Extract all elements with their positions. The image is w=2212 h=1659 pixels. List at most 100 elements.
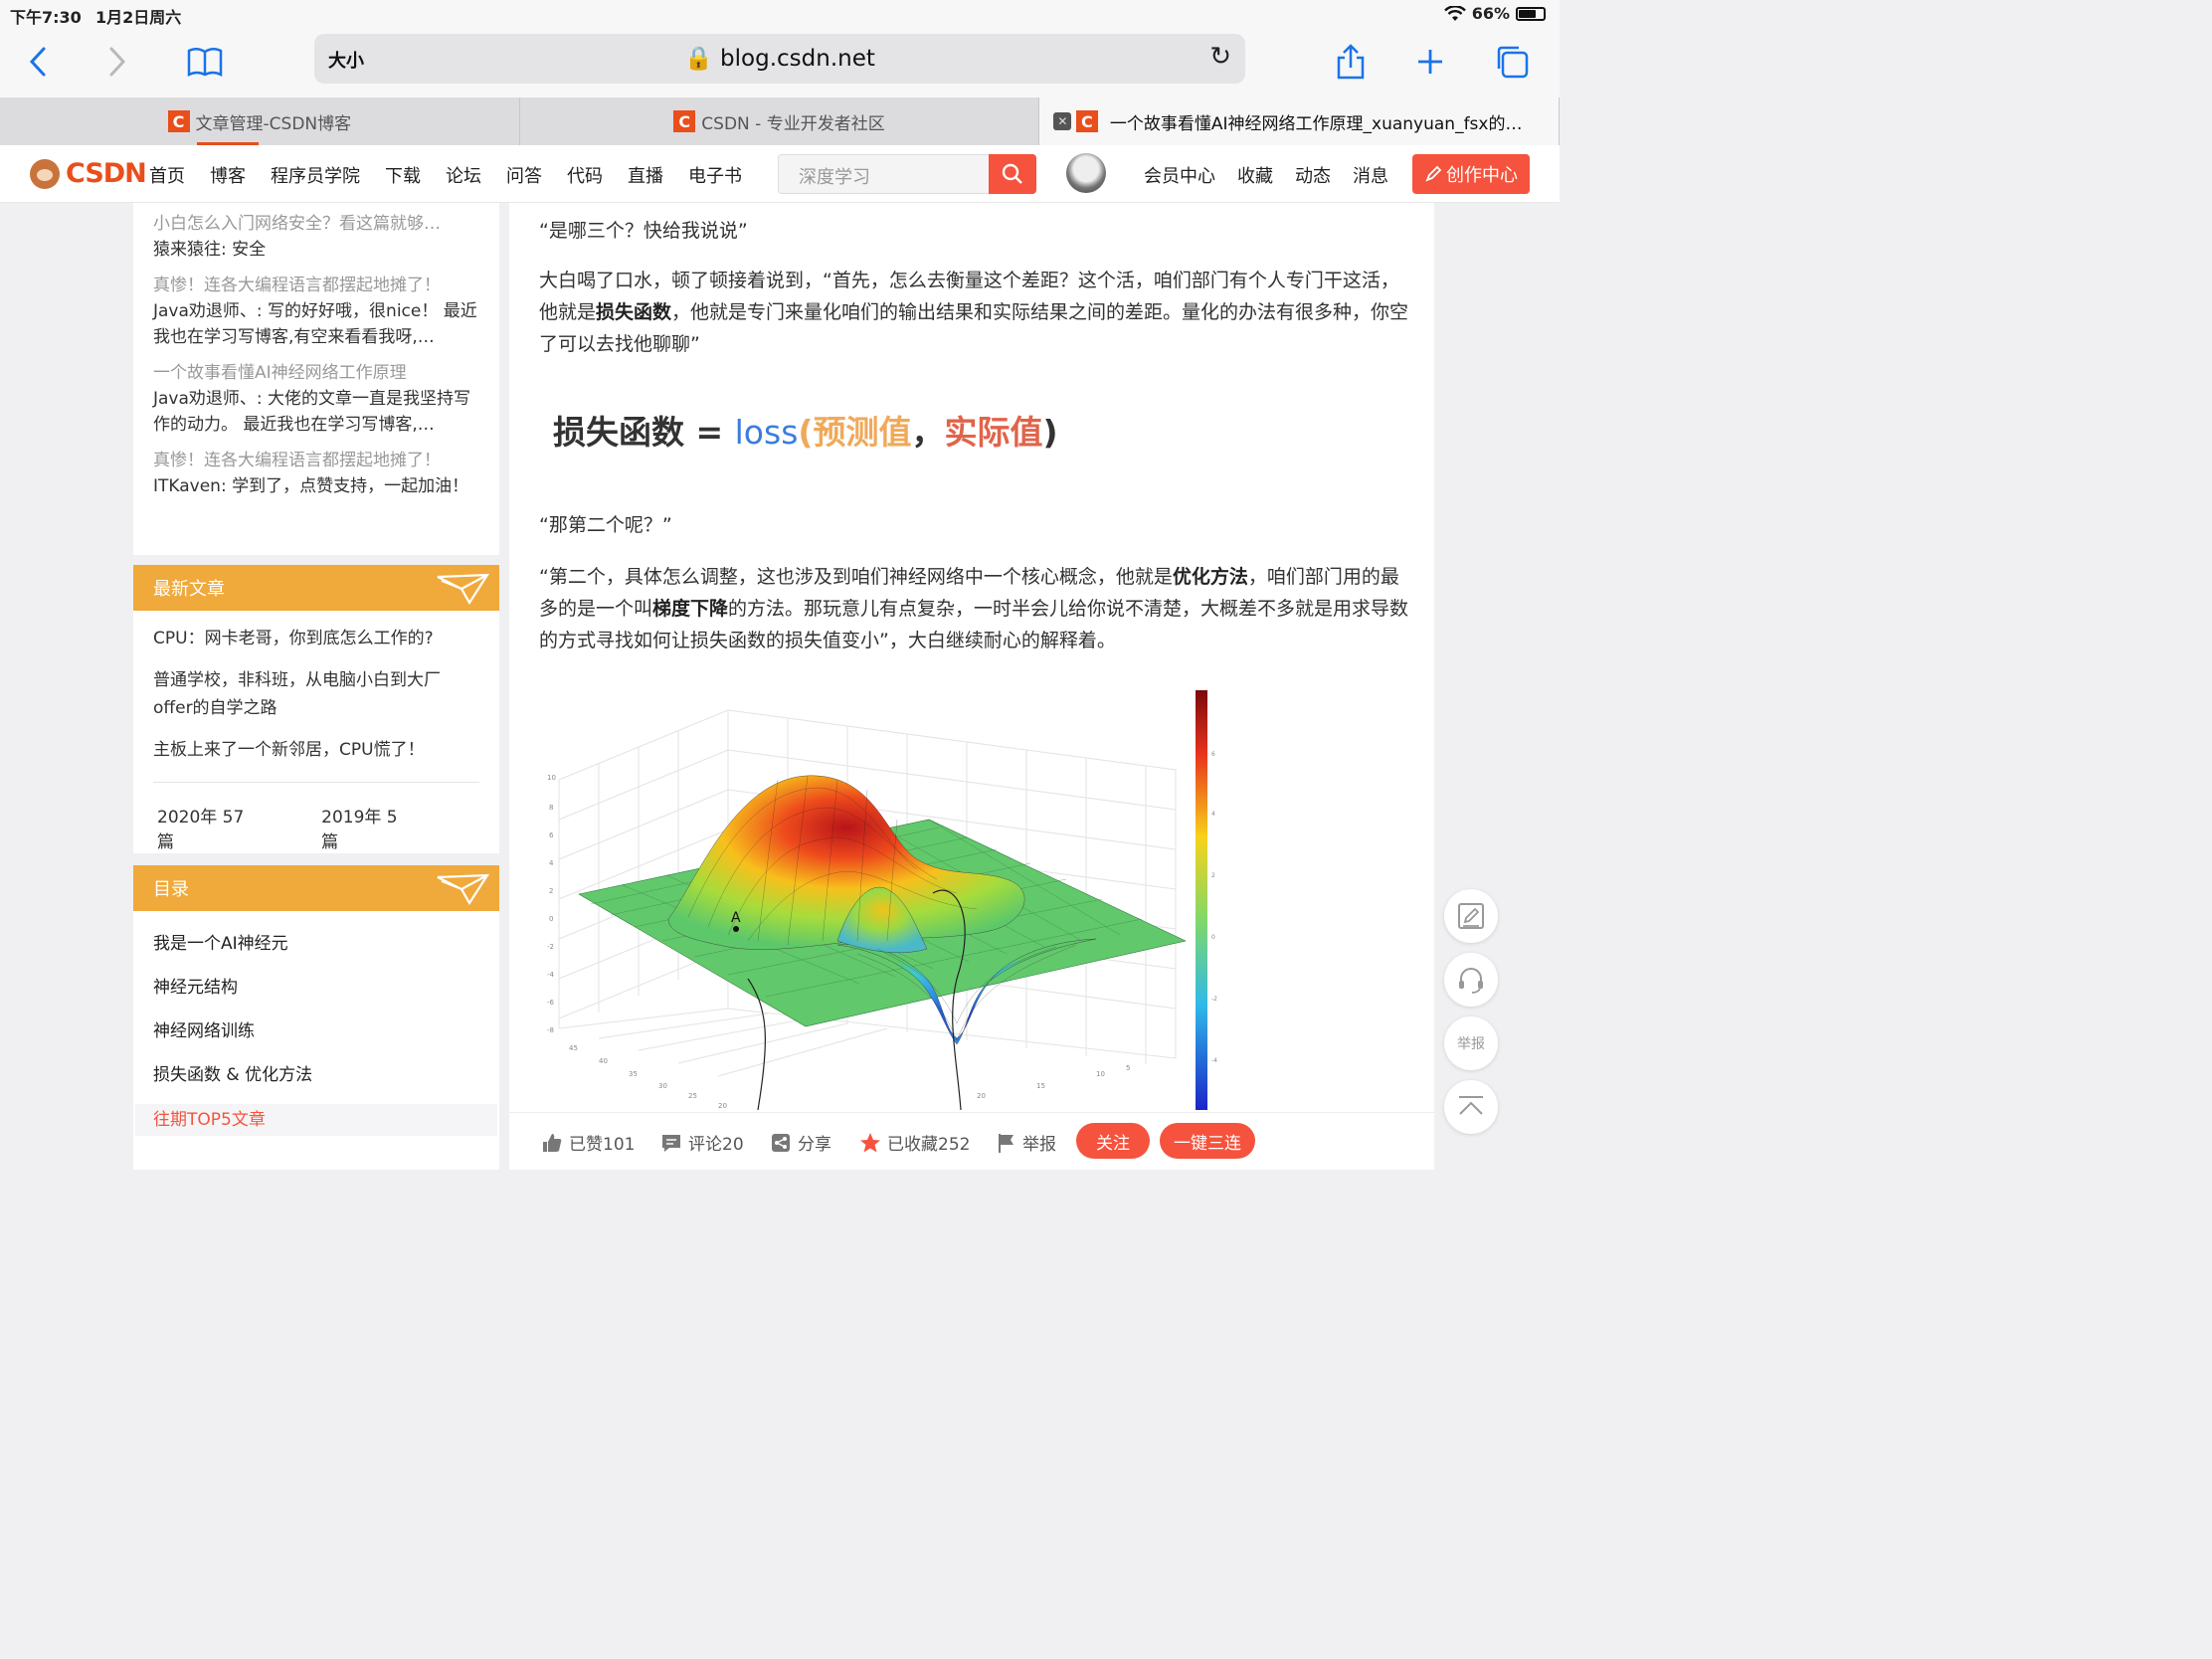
csdn-wordmark: CSDN [66, 158, 147, 189]
comment-body: 猿来猿往: 安全 [153, 240, 267, 260]
archive-year-link[interactable]: 2019年 5篇 [321, 803, 410, 852]
share-button[interactable]: 分享 [770, 1130, 831, 1155]
comment-icon [662, 1134, 680, 1152]
toc-item[interactable]: 神经元结构 [133, 977, 499, 999]
nav-member-center[interactable]: 会员中心 [1144, 162, 1215, 188]
back-icon[interactable] [16, 40, 60, 84]
article-paragraph: “是哪三个？快给我说说” [539, 220, 748, 242]
nav-link[interactable]: 论坛 [446, 162, 481, 188]
comment-article-title[interactable]: 真惨！连各大编程语言都摆起地摊了！ [153, 273, 479, 298]
nav-link[interactable]: 代码 [567, 162, 603, 188]
share-icon[interactable] [1329, 40, 1373, 84]
pen-icon [1425, 165, 1442, 182]
customer-service-float-button[interactable] [1444, 953, 1498, 1007]
comment-button[interactable]: 评论20 [660, 1130, 744, 1155]
search-input[interactable]: 深度学习 [799, 163, 870, 189]
search-button[interactable] [989, 154, 1036, 194]
nav-link[interactable]: 直播 [628, 162, 663, 188]
toc-item[interactable]: 损失函数 & 优化方法 [133, 1064, 499, 1086]
collect-count: 已收藏252 [887, 1135, 971, 1155]
comment-article-title[interactable]: 真惨！连各大编程语言都摆起地摊了！ [153, 448, 479, 473]
comment-item[interactable]: 真惨！连各大编程语言都摆起地摊了！ Java劝退师、: 写的好好哦，很nice！… [153, 273, 479, 350]
loss-formula: 损失函数 = loss(预测值，实际值) [553, 413, 1058, 452]
star-icon [860, 1132, 880, 1152]
bookmarks-icon[interactable] [183, 40, 227, 84]
tabs-overview-icon[interactable] [1490, 40, 1534, 84]
nav-link[interactable]: 下载 [385, 162, 421, 188]
forward-icon[interactable] [95, 40, 139, 84]
nav-activity[interactable]: 动态 [1295, 162, 1331, 188]
comment-article-title[interactable]: 一个故事看懂AI神经网络工作原理 [153, 360, 479, 386]
svg-text:0: 0 [549, 915, 553, 923]
svg-text:40: 40 [599, 1057, 608, 1065]
bold-term: 优化方法 [1172, 566, 1248, 588]
collect-button[interactable]: 已收藏252 [859, 1130, 970, 1155]
tab-article-manage[interactable]: C 文章管理-CSDN博客 [0, 97, 520, 145]
toc-item[interactable]: 神经网络训练 [133, 1020, 499, 1042]
gradient-descent-surface-image: 1086420-2-4-6-8 454035302520 1051520 A 6… [547, 690, 1217, 1110]
nav-link[interactable]: 程序员学院 [271, 162, 360, 188]
paper-plane-icon [437, 873, 489, 905]
svg-text:2: 2 [549, 887, 553, 895]
nav-favorites[interactable]: 收藏 [1237, 162, 1273, 188]
archive-year-link[interactable]: 2020年 57篇 [157, 803, 256, 852]
nav-link[interactable]: 首页 [149, 162, 185, 188]
back-to-top-button[interactable] [1444, 1080, 1498, 1134]
svg-text:5: 5 [1126, 1064, 1130, 1072]
headset-icon [1459, 968, 1483, 994]
svg-text:-4: -4 [1211, 1057, 1217, 1064]
article-paragraph: “第二个，具体怎么调整，这也涉及到咱们神经网络中一个核心概念，他就是优化方法，咱… [539, 566, 1409, 651]
user-avatar[interactable] [1066, 153, 1106, 193]
svg-text:25: 25 [688, 1092, 697, 1100]
comment-item[interactable]: 一个故事看懂AI神经网络工作原理 Java劝退师、: 大佬的文章一直是我坚持写作… [153, 360, 479, 438]
battery-percent: 66% [1471, 4, 1510, 23]
url-text[interactable]: 🔒 blog.csdn.net [314, 45, 1245, 72]
toc-item-active[interactable]: 往期TOP5文章 [135, 1104, 497, 1136]
triple-action-button[interactable]: 一键三连 [1160, 1123, 1255, 1159]
csdn-favicon-icon: C [167, 110, 190, 132]
nav-links: 首页 博客 程序员学院 下载 论坛 问答 代码 直播 电子书 [149, 162, 767, 188]
new-tab-icon[interactable] [1408, 40, 1452, 84]
nav-link[interactable]: 电子书 [688, 162, 742, 188]
toc-item[interactable]: 我是一个AI神经元 [133, 933, 499, 955]
flag-icon [999, 1133, 1014, 1153]
edit-float-button[interactable] [1444, 889, 1498, 943]
tab-title: 一个故事看懂AI神经网络工作原理_xuanyuan_fsx的… [1109, 113, 1523, 134]
svg-text:30: 30 [658, 1082, 667, 1090]
reload-icon[interactable]: ↻ [1209, 42, 1231, 72]
status-time: 下午7:30 [10, 8, 82, 27]
comment-body: Java劝退师、: 大佬的文章一直是我坚持写作的动力。 最近我也在学习写博客,… [153, 389, 471, 435]
close-tab-icon[interactable]: ✕ [1053, 112, 1072, 130]
comment-body: ITKaven: 学到了，点赞支持，一起加油！ [153, 476, 469, 496]
svg-text:45: 45 [569, 1044, 578, 1052]
latest-article-link[interactable]: 普通学校，非科班，从电脑小白到大厂offer的自学之路 [133, 666, 499, 722]
article-paragraph: 大白喝了口水，顿了顿接着说到，“首先，怎么去衡量这个差距？这个活，咱们部门有个人… [539, 270, 1409, 355]
svg-text:-2: -2 [1211, 996, 1217, 1003]
nav-messages[interactable]: 消息 [1353, 162, 1388, 188]
svg-text:-8: -8 [547, 1026, 554, 1034]
like-button[interactable]: 已赞101 [541, 1130, 635, 1155]
latest-article-link[interactable]: 主板上来了一个新邻居，CPU慌了！ [133, 736, 499, 764]
article-body: “是哪三个？快给我说说” 大白喝了口水，顿了顿接着说到，“首先，怎么去衡量这个差… [509, 203, 1434, 1170]
report-button[interactable]: 举报 [997, 1130, 1056, 1155]
csdn-logo[interactable]: CSDN [30, 158, 147, 189]
report-float-button[interactable]: 举报 [1444, 1016, 1498, 1070]
tab-csdn-home[interactable]: C CSDN - 专业开发者社区 [520, 97, 1040, 145]
follow-button[interactable]: 关注 [1076, 1123, 1150, 1159]
svg-text:-2: -2 [547, 943, 554, 951]
csdn-favicon-icon: C [1075, 110, 1098, 132]
address-bar[interactable]: 大小 🔒 blog.csdn.net ↻ [314, 34, 1245, 84]
comment-item[interactable]: 真惨！连各大编程语言都摆起地摊了！ ITKaven: 学到了，点赞支持，一起加油… [153, 448, 479, 499]
comment-item[interactable]: 小白怎么入门网络安全？看这篇就够… 猿来猿往: 安全 [153, 211, 479, 263]
nav-link[interactable]: 问答 [506, 162, 542, 188]
tab-current-article[interactable]: ✕ C 一个故事看懂AI神经网络工作原理_xuanyuan_fsx的… [1039, 97, 1561, 145]
share-label: 分享 [798, 1135, 831, 1155]
search-box[interactable]: 深度学习 [778, 154, 1036, 194]
svg-text:6: 6 [1211, 751, 1215, 758]
create-center-button[interactable]: 创作中心 [1412, 154, 1530, 194]
latest-article-link[interactable]: CPU：网卡老哥，你到底怎么工作的? [133, 625, 499, 652]
nav-link[interactable]: 博客 [210, 162, 246, 188]
comment-article-title[interactable]: 小白怎么入门网络安全？看这篇就够… [153, 211, 479, 237]
share-icon [772, 1133, 790, 1152]
article-action-bar: 已赞101 评论20 分享 已收藏252 举报 关注 一键三连 [509, 1112, 1434, 1170]
